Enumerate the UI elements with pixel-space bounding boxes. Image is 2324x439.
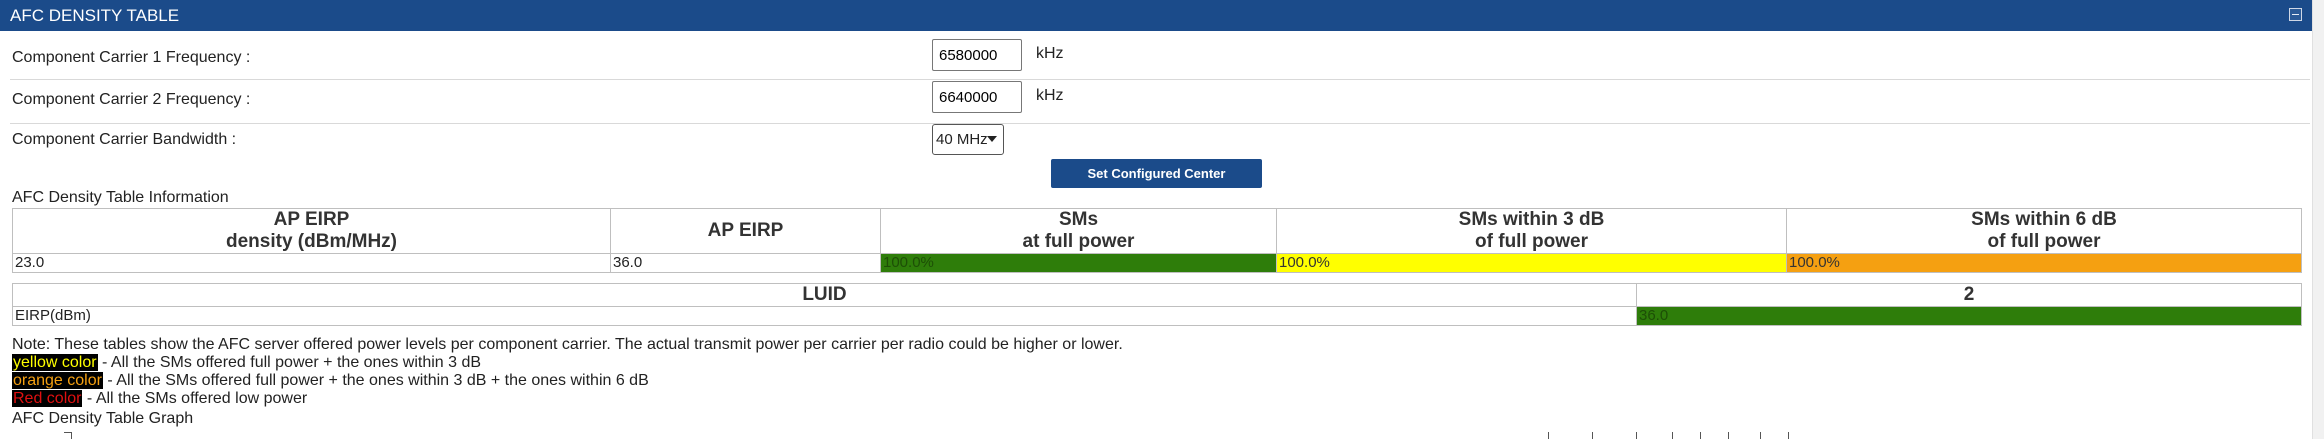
col-sms-full-power: SMs at full power xyxy=(880,208,1277,254)
graph-label: AFC Density Table Graph xyxy=(12,410,194,427)
header-line: AP EIRP xyxy=(707,220,784,241)
header-line: density (dBm/MHz) xyxy=(226,231,397,252)
header-line: SMs within 6 dB xyxy=(1971,209,2117,230)
cc2-frequency-input[interactable] xyxy=(932,81,1022,113)
header-line: at full power xyxy=(1022,231,1135,252)
chevron-down-icon xyxy=(987,136,997,142)
orange-swatch: orange color xyxy=(12,372,103,389)
collapse-icon[interactable] xyxy=(2289,8,2302,21)
cc1-unit: kHz xyxy=(1036,45,1064,62)
axis-tick xyxy=(1760,432,1761,439)
axis-tick xyxy=(1700,432,1701,439)
legend-text: - All the SMs offered full power + the o… xyxy=(102,372,649,389)
cell-eirp-density: 23.0 xyxy=(12,253,611,273)
set-center-frequencies-button[interactable]: Set Configured Center Frequencies xyxy=(1051,159,1262,210)
col-ap-eirp: AP EIRP xyxy=(610,208,881,254)
bandwidth-select[interactable]: 40 MHz xyxy=(932,124,1004,155)
col-sms-within-3db: SMs within 3 dB of full power xyxy=(1276,208,1787,254)
table-header-row: LUID 2 xyxy=(12,283,2302,307)
axis-tick xyxy=(1728,432,1729,439)
cell-eirp-dbm-value: 36.0 xyxy=(1636,306,2302,326)
col-luid-2: 2 xyxy=(1636,283,2302,307)
cc1-row: Component Carrier 1 Frequency : kHz xyxy=(10,38,2310,80)
bandwidth-selected-value: 40 MHz xyxy=(936,131,988,148)
col-luid: LUID xyxy=(12,283,1637,307)
cell-sms-within-6db: 100.0% xyxy=(1786,253,2302,273)
axis-tick xyxy=(1592,432,1593,439)
afc-density-table: AP EIRP density (dBm/MHz) AP EIRP SMs at… xyxy=(12,208,2302,273)
cell-eirp-dbm-label: EIRP(dBm) xyxy=(12,306,1637,326)
red-swatch: Red color xyxy=(12,390,83,407)
cell-ap-eirp: 36.0 xyxy=(610,253,881,273)
cc2-unit: kHz xyxy=(1036,87,1064,104)
header-line: AP EIRP xyxy=(273,209,350,230)
power-note: Note: These tables show the AFC server o… xyxy=(12,336,1123,353)
cc2-label: Component Carrier 2 Frequency : xyxy=(12,91,251,108)
table-row: EIRP(dBm) 36.0 xyxy=(12,306,2302,326)
legend-red: Red color - All the SMs offered low powe… xyxy=(12,390,307,408)
header-line: of full power xyxy=(1475,231,1588,252)
cc1-label: Component Carrier 1 Frequency : xyxy=(12,49,251,66)
afc-info-label: AFC Density Table Information xyxy=(12,189,229,206)
col-sms-within-6db: SMs within 6 dB of full power xyxy=(1786,208,2302,254)
legend-orange: orange color - All the SMs offered full … xyxy=(12,372,649,390)
table-header-row: AP EIRP density (dBm/MHz) AP EIRP SMs at… xyxy=(12,208,2302,254)
graph-axis-corner xyxy=(64,432,72,439)
legend-yellow: yellow color - All the SMs offered full … xyxy=(12,354,481,372)
graph-axis-ticks xyxy=(1540,432,1800,439)
panel-title: AFC DENSITY TABLE xyxy=(10,6,180,25)
axis-tick xyxy=(1636,432,1637,439)
table-row: 23.0 36.0 100.0% 100.0% 100.0% xyxy=(12,253,2302,273)
cell-sms-within-3db: 100.0% xyxy=(1276,253,1787,273)
panel-header: AFC DENSITY TABLE xyxy=(0,0,2312,31)
cell-sms-full-power: 100.0% xyxy=(880,253,1277,273)
yellow-swatch: yellow color xyxy=(12,354,98,371)
header-line: SMs within 3 dB xyxy=(1458,209,1605,230)
axis-tick xyxy=(1672,432,1673,439)
cc1-frequency-input[interactable] xyxy=(932,39,1022,71)
col-eirp-density: AP EIRP density (dBm/MHz) xyxy=(12,208,611,254)
header-line: of full power xyxy=(1987,231,2101,252)
legend-text: - All the SMs offered full power + the o… xyxy=(97,354,482,371)
luid-table: LUID 2 EIRP(dBm) 36.0 xyxy=(12,283,2302,326)
header-line: SMs xyxy=(1058,209,1099,230)
vertical-scrollbar[interactable] xyxy=(2312,0,2324,439)
axis-tick xyxy=(1548,432,1549,439)
cc2-row: Component Carrier 2 Frequency : kHz xyxy=(10,80,2310,124)
axis-tick xyxy=(1788,432,1789,439)
legend-text: - All the SMs offered low power xyxy=(82,390,308,407)
bandwidth-label: Component Carrier Bandwidth : xyxy=(12,131,237,148)
